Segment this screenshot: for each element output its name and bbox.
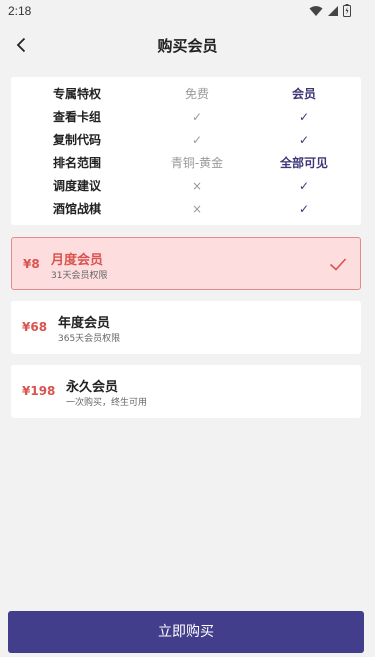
feature-name: 复制代码 (52, 133, 101, 147)
member-value: ✓ (298, 202, 310, 216)
free-column-header: 免费 (184, 87, 209, 101)
feature-name: 调度建议 (52, 179, 101, 193)
free-value: ✓ (191, 133, 203, 147)
privilege-comparison-table: 专属特权 免费 会员 查看卡组 ✓ ✓ 复制代码 ✓ ✓ 排名范围 青铜-黄金 … (11, 77, 361, 225)
page-title: 购买会员 (157, 37, 218, 55)
feature-name: 查看卡组 (52, 110, 101, 124)
status-icons (309, 4, 351, 17)
feature-name: 排名范围 (52, 156, 101, 170)
battery-icon (343, 4, 351, 17)
buy-now-button[interactable]: 立即购买 (8, 611, 364, 653)
app-bar: 购买会员 (0, 24, 375, 66)
free-value: × (191, 202, 203, 216)
plan-description: 31天会员权限 (51, 271, 108, 281)
plan-price: ¥198 (22, 384, 56, 398)
plan-lifetime[interactable]: ¥198 永久会员 一次购买，终生可用 (11, 365, 361, 418)
plan-name: 年度会员 (58, 316, 111, 331)
signal-icon (328, 5, 338, 16)
comparison-row: 查看卡组 ✓ ✓ (11, 106, 361, 129)
feature-column-header: 专属特权 (52, 87, 101, 101)
feature-name: 酒馆战棋 (52, 202, 101, 216)
comparison-header-row: 专属特权 免费 会员 (11, 83, 361, 106)
plan-description: 一次购买，终生可用 (66, 398, 148, 408)
member-value: ✓ (298, 110, 310, 124)
status-bar: 2:18 (0, 0, 375, 24)
check-icon (329, 258, 347, 271)
plan-name: 月度会员 (51, 253, 104, 268)
plan-name: 永久会员 (66, 380, 119, 395)
comparison-row: 酒馆战棋 × ✓ (11, 198, 361, 221)
wifi-icon (309, 5, 323, 16)
free-value: 青铜-黄金 (170, 156, 224, 170)
comparison-row: 复制代码 ✓ ✓ (11, 129, 361, 152)
plan-price: ¥8 (23, 257, 40, 271)
member-column-header: 会员 (291, 87, 316, 101)
free-value: × (191, 179, 203, 193)
comparison-row: 排名范围 青铜-黄金 全部可见 (11, 152, 361, 175)
plan-monthly[interactable]: ¥8 月度会员 31天会员权限 (11, 237, 361, 290)
member-value: ✓ (298, 133, 310, 147)
plan-price: ¥68 (22, 320, 48, 334)
member-value: ✓ (298, 179, 310, 193)
plan-yearly[interactable]: ¥68 年度会员 365天会员权限 (11, 301, 361, 354)
status-time: 2:18 (8, 4, 32, 18)
plan-description: 365天会员权限 (58, 334, 121, 344)
free-value: ✓ (191, 110, 203, 124)
comparison-row: 调度建议 × ✓ (11, 175, 361, 198)
member-value: 全部可见 (279, 156, 328, 170)
